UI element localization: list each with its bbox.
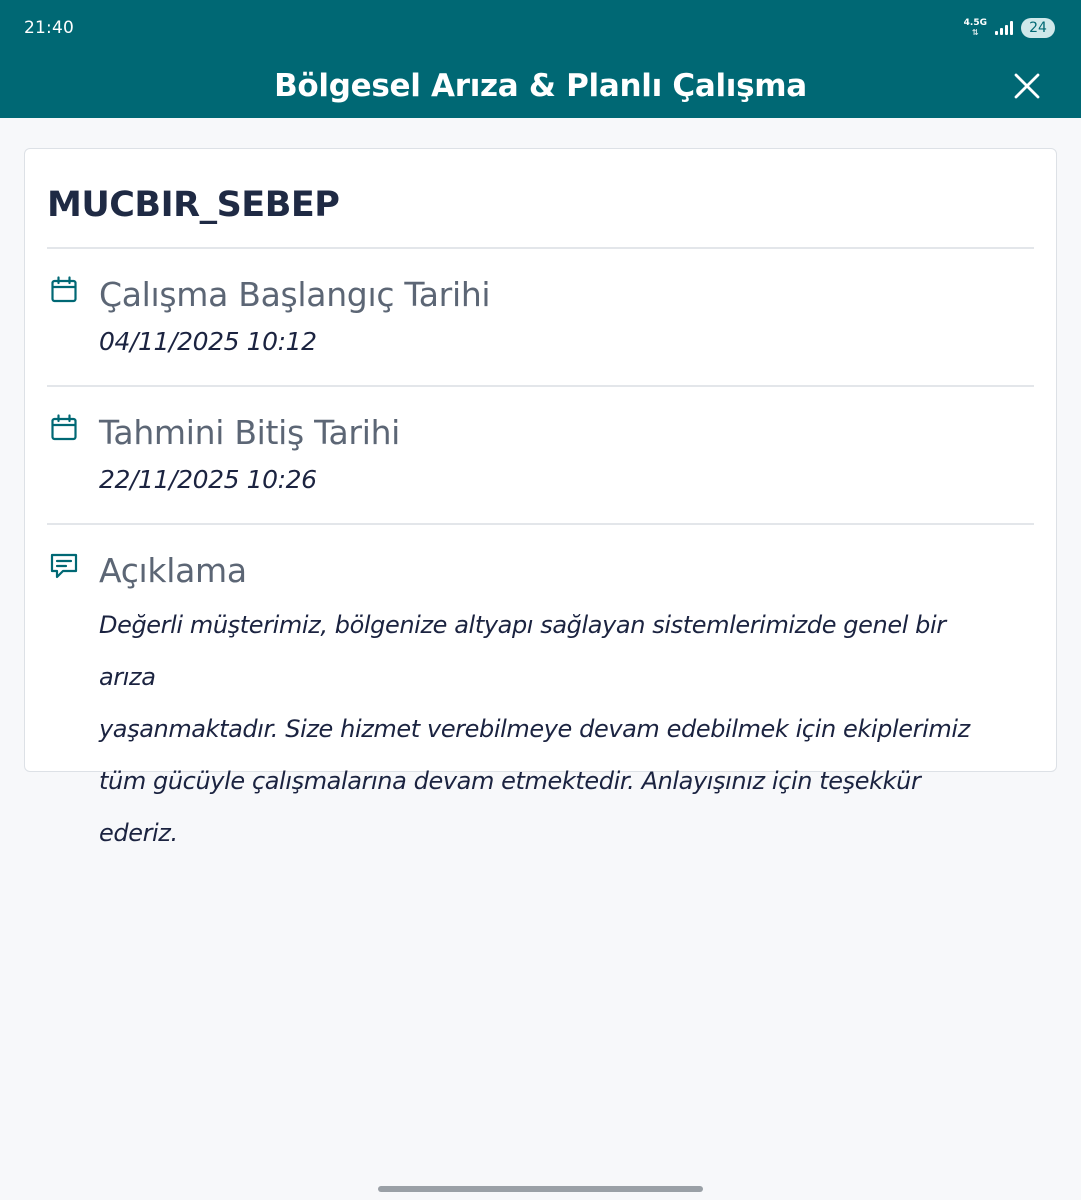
description-text: Değerli müşterimiz, bölgenize altyapı sa…	[99, 599, 979, 859]
divider	[47, 523, 1034, 525]
divider	[47, 385, 1034, 387]
data-arrows-icon: ⇅	[971, 28, 979, 37]
outage-type-title: MUCBIR_SEBEP	[47, 185, 340, 225]
description-row: Açıklama Değerli müşterimiz, bölgenize a…	[47, 551, 1034, 847]
signal-icon	[995, 21, 1013, 35]
end-date-row: Tahmini Bitiş Tarihi 22/11/2025 10:26	[47, 413, 1034, 503]
comment-icon	[50, 553, 78, 579]
network-type: 4.5G	[963, 18, 987, 28]
start-date-value: 04/11/2025 10:12	[99, 327, 317, 356]
description-line: Değerli müşterimiz, bölgenize altyapı sa…	[99, 611, 946, 691]
description-line: yaşanmaktadır. Size hizmet verebilmeye d…	[99, 715, 970, 743]
home-indicator[interactable]	[378, 1186, 703, 1192]
description-label: Açıklama	[99, 551, 247, 590]
calendar-icon	[51, 276, 77, 303]
calendar-icon	[51, 414, 77, 441]
description-line: tüm gücüyle çalışmalarına devam etmekted…	[99, 767, 921, 847]
end-date-value: 22/11/2025 10:26	[99, 465, 317, 494]
end-date-label: Tahmini Bitiş Tarihi	[99, 413, 401, 452]
close-icon	[1014, 73, 1040, 99]
divider	[47, 247, 1034, 249]
start-date-label: Çalışma Başlangıç Tarihi	[99, 275, 491, 314]
close-button[interactable]	[1009, 68, 1045, 104]
page-title: Bölgesel Arıza & Planlı Çalışma	[274, 68, 807, 104]
outage-card: MUCBIR_SEBEP Çalışma Başlangıç Tarihi 04…	[24, 148, 1057, 847]
network-type-indicator: 4.5G ⇅	[963, 18, 987, 38]
status-indicators: 4.5G ⇅ 24	[964, 16, 1055, 40]
battery-indicator: 24	[1021, 18, 1055, 38]
app-bar: Bölgesel Arıza & Planlı Çalışma	[0, 58, 1081, 118]
start-date-row: Çalışma Başlangıç Tarihi 04/11/2025 10:1…	[47, 275, 1034, 365]
status-time: 21:40	[24, 18, 74, 38]
status-bar: 21:40 4.5G ⇅ 24	[0, 0, 1081, 58]
